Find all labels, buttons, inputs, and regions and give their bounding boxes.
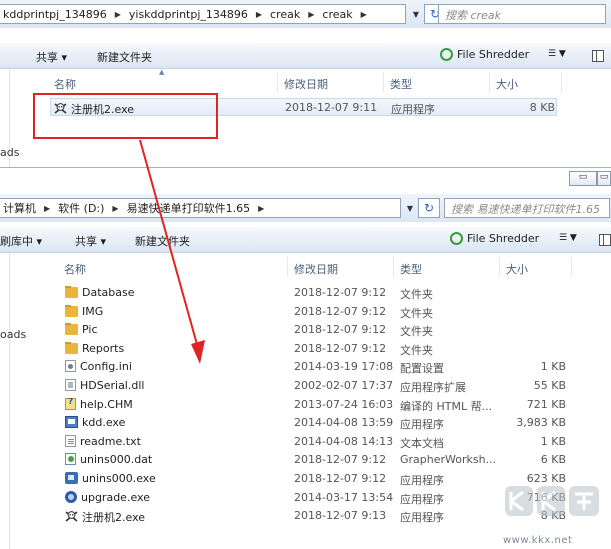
watermark-url: www.kkx.net — [503, 535, 573, 546]
kkx-logo-icon — [505, 486, 599, 516]
arrow-head — [191, 340, 205, 364]
watermark-logo: www.kkx.net — [501, 478, 609, 546]
arrow-shaft — [139, 139, 199, 349]
annotation-arrow — [139, 139, 205, 364]
